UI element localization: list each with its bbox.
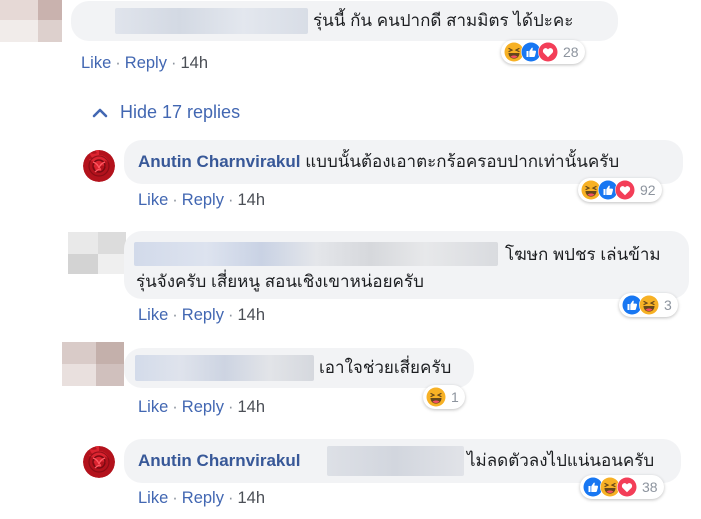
timestamp[interactable]: 14h: [237, 191, 265, 209]
comment: รุ่นนี้ กัน คนปากดี สามมิตร ได้ปะคะ 28 L…: [0, 0, 701, 80]
haha-icon: [639, 295, 659, 315]
love-icon: [617, 477, 637, 497]
redacted-name: [134, 242, 498, 266]
like-link[interactable]: Like: [138, 489, 168, 507]
like-link[interactable]: Like: [138, 191, 168, 209]
reactions-summary[interactable]: 28: [501, 40, 585, 64]
reply-link[interactable]: Reply: [182, 398, 224, 416]
reaction-count: 1: [451, 389, 459, 405]
avatar[interactable]: [83, 150, 115, 182]
reaction-count: 92: [640, 182, 656, 198]
haha-icon: [426, 387, 446, 407]
reactions-summary[interactable]: 92: [578, 178, 662, 202]
reactions-summary[interactable]: 3: [619, 293, 678, 317]
author-name[interactable]: Anutin Charnvirakul: [138, 450, 300, 472]
comment-text: โฆษก พปชร เล่นข้าม: [505, 245, 661, 264]
timestamp[interactable]: 14h: [237, 489, 265, 507]
timestamp[interactable]: 14h: [180, 54, 208, 72]
reply: Anutin Charnvirakul แบบนั้นต้องเอาตะกร้อ…: [0, 138, 701, 218]
comment-text: รุ่นนี้ กัน คนปากดี สามมิตร ได้ปะคะ: [313, 11, 574, 30]
comment-bubble: โฆษก พปชร เล่นข้าม รุ่นจังครับ เสี่ยหนู …: [124, 231, 689, 299]
author-name[interactable]: Anutin Charnvirakul: [138, 152, 300, 171]
redacted-name: [115, 8, 308, 34]
reaction-count: 38: [642, 479, 658, 495]
comment-actions: Like · Reply · 14h: [138, 398, 265, 416]
avatar[interactable]: [83, 446, 115, 478]
love-icon: [615, 180, 635, 200]
comment-actions: Like · Reply · 14h: [138, 489, 265, 507]
reactions-summary[interactable]: 38: [580, 475, 664, 499]
comment-bubble: เอาใจช่วยเสี่ยครับ: [124, 348, 474, 388]
comment-text-line2: รุ่นจังครับ เสี่ยหนู สอนเชิงเขาหน่อยครับ: [136, 272, 424, 291]
reaction-count: 3: [664, 297, 672, 313]
love-icon: [538, 42, 558, 62]
reply-link[interactable]: Reply: [182, 306, 224, 324]
redacted-name: [135, 355, 314, 381]
comment-actions: Like · Reply · 14h: [81, 54, 208, 72]
comment-bubble: รุ่นนี้ กัน คนปากดี สามมิตร ได้ปะคะ: [71, 1, 618, 41]
like-link[interactable]: Like: [138, 306, 168, 324]
reaction-count: 28: [563, 44, 579, 60]
reply: Anutin Charnvirakul ไม่ลดตัวลงไปแน่นอนคร…: [0, 430, 701, 519]
avatar[interactable]: [62, 342, 124, 386]
comment-text: เอาใจช่วยเสี่ยครับ: [319, 358, 452, 377]
like-link[interactable]: Like: [138, 398, 168, 416]
comment-text: แบบนั้นต้องเอาตะกร้อครอบปากเท่านั้นครับ: [305, 152, 620, 171]
reply: โฆษก พปชร เล่นข้าม รุ่นจังครับ เสี่ยหนู …: [0, 225, 701, 335]
avatar[interactable]: [68, 232, 126, 274]
timestamp[interactable]: 14h: [237, 398, 265, 416]
reply: เอาใจช่วยเสี่ยครับ 1 Like · Reply · 14h: [0, 340, 701, 420]
reply-link[interactable]: Reply: [125, 54, 167, 72]
avatar[interactable]: [0, 0, 62, 42]
redacted-text: [327, 446, 464, 476]
comment-text: ไม่ลดตัวลงไปแน่นอนครับ: [467, 451, 655, 470]
like-link[interactable]: Like: [81, 54, 111, 72]
reply-link[interactable]: Reply: [182, 489, 224, 507]
hide-replies-toggle[interactable]: Hide 17 replies: [92, 102, 240, 123]
comment-actions: Like · Reply · 14h: [138, 191, 265, 209]
reactions-summary[interactable]: 1: [423, 385, 465, 409]
chevron-up-icon: [92, 108, 108, 117]
timestamp[interactable]: 14h: [237, 306, 265, 324]
comment-actions: Like · Reply · 14h: [138, 306, 265, 324]
reply-link[interactable]: Reply: [182, 191, 224, 209]
hide-replies-label: Hide 17 replies: [120, 102, 241, 122]
